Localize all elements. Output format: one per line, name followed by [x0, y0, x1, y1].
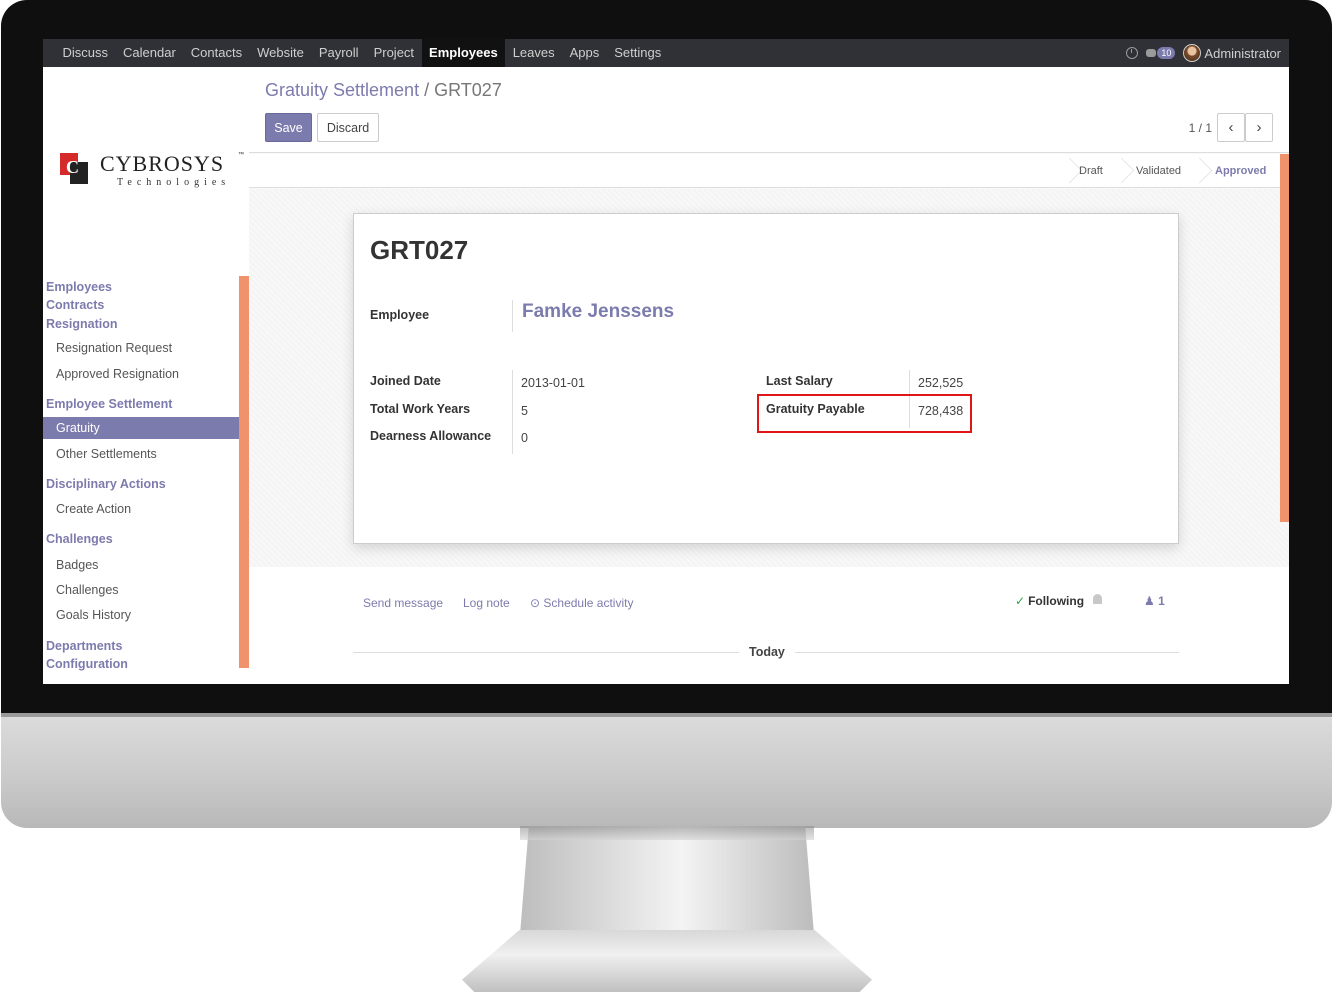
right-accent-bar: [1280, 154, 1289, 522]
app-menu: Discuss Calendar Contacts Website Payrol…: [43, 39, 669, 67]
monitor-chin: [1, 713, 1332, 828]
employee-label: Employee: [370, 308, 430, 322]
sidebar: C CYBROSYS ™ Technologies Employees Cont…: [43, 67, 249, 684]
sidebar-item-challenges-section[interactable]: Challenges: [46, 532, 113, 546]
statusbar: Draft Validated Approved: [249, 154, 1289, 188]
sidebar-item-employee-settlement[interactable]: Employee Settlement: [46, 397, 172, 411]
schedule-activity-button[interactable]: ⊙ Schedule activity: [530, 596, 633, 610]
sidebar-item-departments[interactable]: Departments: [46, 639, 122, 653]
systray: 10 Administrator: [1126, 39, 1281, 67]
breadcrumb: Gratuity Settlement / GRT027: [265, 80, 502, 101]
date-separator-today: Today: [739, 645, 795, 659]
followers-count: 1: [1158, 594, 1165, 608]
monitor-stand-shadow: [520, 826, 814, 840]
stage-separator: [1063, 154, 1073, 188]
stage-approved[interactable]: Approved: [1215, 154, 1266, 188]
company-logo: C CYBROSYS ™ Technologies: [60, 151, 244, 193]
chatter: Send message Log note ⊙ Schedule activit…: [249, 567, 1289, 684]
menu-calendar[interactable]: Calendar: [116, 39, 184, 67]
person-icon: ♟: [1144, 594, 1155, 608]
stage-separator: [1193, 154, 1203, 188]
dearness-allowance-field[interactable]: 0: [521, 431, 528, 445]
schedule-activity-label: Schedule activity: [543, 596, 634, 610]
field-divider: [512, 370, 513, 454]
stage-validated[interactable]: Validated: [1136, 154, 1181, 188]
logo-subtitle: Technologies: [117, 177, 231, 188]
menu-leaves[interactable]: Leaves: [505, 39, 562, 67]
pager-value[interactable]: 1 / 1: [1189, 121, 1212, 135]
last-salary-field[interactable]: 252,525: [918, 376, 963, 390]
activity-clock-icon[interactable]: [1126, 47, 1139, 59]
joined-date-label: Joined Date: [370, 374, 441, 388]
menu-settings[interactable]: Settings: [607, 39, 669, 67]
form-sheet: GRT027 Employee Famke Jenssens Joined Da…: [353, 213, 1179, 544]
joined-date-field[interactable]: 2013-01-01: [521, 376, 585, 390]
pager-previous-button[interactable]: ‹: [1217, 113, 1245, 142]
menu-website[interactable]: Website: [250, 39, 312, 67]
sidebar-item-configuration[interactable]: Configuration: [46, 657, 128, 671]
stage-separator: [1115, 154, 1125, 188]
dearness-allowance-label: Dearness Allowance: [370, 429, 492, 443]
message-count-badge: 10: [1157, 47, 1176, 59]
logo-name: CYBROSYS: [100, 151, 225, 176]
chevron-right-icon: ›: [1256, 119, 1262, 136]
check-icon: ✓: [1015, 594, 1026, 608]
sidebar-item-resignation[interactable]: Resignation: [46, 317, 118, 331]
discard-button[interactable]: Discard: [317, 113, 379, 142]
monitor-stand-base: [462, 930, 872, 992]
sidebar-item-disciplinary-actions[interactable]: Disciplinary Actions: [46, 477, 166, 491]
sidebar-item-employees[interactable]: Employees: [46, 280, 112, 294]
breadcrumb-separator: /: [424, 80, 430, 100]
logo-trademark: ™: [238, 152, 244, 158]
chat-bubble-icon: [1146, 49, 1157, 57]
bell-icon[interactable]: [1093, 594, 1102, 604]
record-title: GRT027: [370, 235, 469, 265]
sidebar-item-goals-history[interactable]: Goals History: [56, 608, 131, 622]
user-avatar[interactable]: [1183, 44, 1202, 62]
following-button[interactable]: ✓ Following: [1015, 594, 1084, 608]
menu-contacts[interactable]: Contacts: [183, 39, 249, 67]
field-divider: [512, 300, 513, 332]
sidebar-item-approved-resignation[interactable]: Approved Resignation: [56, 367, 179, 381]
menu-apps[interactable]: Apps: [562, 39, 607, 67]
followers-button[interactable]: ♟ 1: [1144, 594, 1165, 608]
sidebar-item-badges[interactable]: Badges: [56, 558, 98, 572]
save-button[interactable]: Save: [265, 113, 312, 142]
employee-field[interactable]: Famke Jenssens: [522, 301, 674, 323]
sidebar-item-gratuity[interactable]: Gratuity: [43, 417, 239, 439]
sidebar-item-resignation-request[interactable]: Resignation Request: [56, 341, 172, 355]
screen: Discuss Calendar Contacts Website Payrol…: [43, 39, 1289, 684]
menu-project[interactable]: Project: [366, 39, 421, 67]
total-work-years-field[interactable]: 5: [521, 404, 528, 418]
stage-draft[interactable]: Draft: [1079, 154, 1103, 188]
messages-button[interactable]: 10: [1146, 47, 1176, 59]
log-note-button[interactable]: Log note: [463, 596, 510, 610]
breadcrumb-current: GRT027: [434, 80, 502, 100]
monitor-chin-edge: [1, 713, 1332, 717]
breadcrumb-parent[interactable]: Gratuity Settlement: [265, 80, 419, 100]
sidebar-item-contracts[interactable]: Contracts: [46, 298, 104, 312]
send-message-button[interactable]: Send message: [363, 596, 443, 610]
menu-payroll[interactable]: Payroll: [311, 39, 366, 67]
sidebar-item-challenges[interactable]: Challenges: [56, 583, 119, 597]
pager-next-button[interactable]: ›: [1245, 113, 1273, 142]
control-panel: Gratuity Settlement / GRT027 Save Discar…: [249, 67, 1289, 153]
sidebar-item-other-settlements[interactable]: Other Settlements: [56, 447, 157, 461]
gratuity-payable-highlight-box: [757, 394, 972, 433]
sidebar-accent-bar: [239, 276, 249, 668]
last-salary-label: Last Salary: [766, 374, 833, 388]
menu-employees[interactable]: Employees: [421, 39, 506, 67]
user-name[interactable]: Administrator: [1204, 46, 1281, 61]
cybrosys-logo-mark: C: [60, 153, 90, 185]
monitor-stand-neck: [520, 826, 814, 935]
total-work-years-label: Total Work Years: [370, 402, 471, 416]
top-menu-bar: Discuss Calendar Contacts Website Payrol…: [43, 39, 1289, 67]
following-label: Following: [1028, 594, 1085, 608]
clock-icon: ⊙: [530, 596, 541, 610]
chevron-left-icon: ‹: [1228, 119, 1234, 136]
sidebar-item-create-action[interactable]: Create Action: [56, 502, 131, 516]
menu-discuss[interactable]: Discuss: [55, 39, 116, 67]
